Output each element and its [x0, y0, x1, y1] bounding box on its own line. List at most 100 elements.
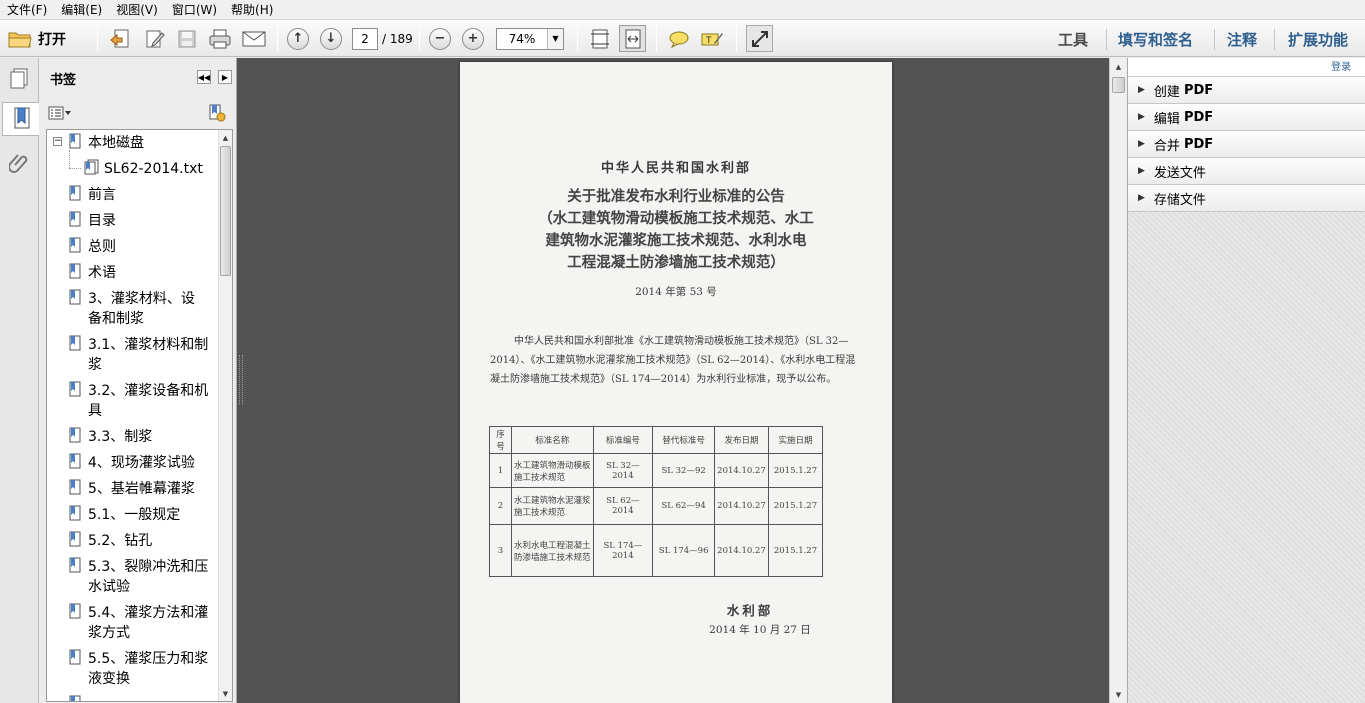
highlight-button[interactable]: T [699, 25, 725, 52]
pages-icon [10, 68, 28, 89]
zoom-select[interactable]: 74% ▼ [496, 27, 564, 50]
main-toolbar: 打开 ↑ ↓ 2 / 189 − + 74% ▼ T 工具 填写和签名 注释 扩… [0, 20, 1365, 57]
print-button[interactable] [206, 25, 234, 52]
store-file-item[interactable]: ▶ 存储文件 [1128, 185, 1365, 212]
fill-sign-link[interactable]: 填写和签名 [1118, 29, 1193, 50]
menu-view[interactable]: 视图(V) [109, 0, 165, 20]
task-label: 存储文件 [1153, 192, 1206, 208]
login-link[interactable]: 登录 [1331, 62, 1351, 73]
bookmark-label-line: 液变换 [88, 671, 130, 687]
combine-pdf-item[interactable]: ▶ 合并 PDF [1128, 131, 1365, 158]
bookmark-item[interactable]: 5、基岩帷幕灌浆 [88, 479, 195, 499]
bookmark-item[interactable]: 3.2、灌浆设备和机具 [88, 381, 208, 421]
table-cell: 2014.10.27 [714, 487, 769, 525]
send-file-item[interactable]: ▶ 发送文件 [1128, 158, 1365, 185]
open-button[interactable]: 打开 [8, 25, 66, 52]
next-page-button[interactable]: ↓ [320, 25, 342, 52]
bookmark-label-line: 备和制浆 [88, 311, 144, 327]
bookmark-item[interactable]: 3.3、制浆 [88, 427, 152, 447]
triangle-right-icon: ▶ [1138, 193, 1145, 203]
table-cell: 水工建筑物水泥灌浆施工技术规范 [510, 487, 594, 525]
doc-ministry: 中华人民共和国水利部 [600, 161, 751, 176]
scroll-down-icon[interactable]: ▼ [1112, 688, 1125, 701]
table-cell: 2015.1.27 [768, 453, 823, 488]
bookmark-item[interactable]: SL62-2014.txt [104, 159, 203, 179]
table-cell: 1 [489, 453, 512, 488]
page-number-input[interactable]: 2 [352, 27, 378, 50]
bookmarks-tab-button[interactable] [2, 102, 40, 136]
bookmark-star-icon [209, 104, 226, 122]
bookmarks-panel: 书签 ◀◀ ▶ − 本地磁盘 SL62-2014.txt 前言 目录 总则 术语… [39, 58, 237, 703]
bookmark-item[interactable]: 5.5、灌浆压力和浆 液变换 [88, 649, 208, 689]
scroll-up-icon[interactable]: ▲ [1112, 60, 1125, 73]
menu-help[interactable]: 帮助(H) [224, 0, 280, 20]
bookmark-options-button[interactable] [48, 106, 72, 123]
table-row: 3 水利水电工程混凝土防渗墙施工技术规范 SL 174—2014 SL 174—… [489, 524, 823, 577]
email-button[interactable] [240, 25, 268, 52]
bookmark-item[interactable]: 5.1、一般规定 [88, 505, 180, 525]
bookmark-icon [69, 211, 81, 227]
bookmark-item[interactable]: 5.3、裂隙冲洗和压 水试验 [88, 557, 208, 597]
bookmark-label-line: 5.3、裂隙冲洗和压 [88, 559, 209, 575]
panel-arrow-button[interactable]: ▶ [218, 70, 232, 84]
bookmark-item[interactable]: 本地磁盘 [88, 133, 144, 153]
task-label: 发送文件 [1153, 165, 1206, 181]
bookmark-item[interactable]: 总则 [88, 237, 116, 257]
new-bookmark-button[interactable] [208, 104, 226, 125]
prev-page-button[interactable]: ↑ [287, 25, 309, 52]
collapse-toggle[interactable]: − [53, 137, 62, 146]
comment-link[interactable]: 注释 [1227, 29, 1257, 50]
bookmark-item[interactable]: 5.2、钻孔 [88, 531, 152, 551]
arrow-up-icon: ↑ [287, 27, 309, 50]
comment-button[interactable] [666, 25, 692, 52]
task-label-suffix: PDF [1183, 109, 1214, 125]
bookmark-icon [69, 479, 81, 495]
page-thumbnails-button[interactable] [2, 62, 36, 96]
table-cell: SL 174—96 [652, 524, 716, 577]
bookmark-icon [69, 289, 81, 305]
panel-splitter[interactable] [239, 355, 243, 405]
menu-edit[interactable]: 编辑(E) [54, 0, 109, 20]
bookmark-item[interactable]: 术语 [88, 263, 116, 283]
scroll-thumb[interactable] [1112, 77, 1125, 93]
collapse-panel-button[interactable]: ◀◀ [197, 70, 211, 84]
scroll-thumb[interactable] [220, 146, 231, 276]
bookmark-item[interactable]: 5.4、灌浆方法和灌 浆方式 [88, 603, 208, 643]
extend-link[interactable]: 扩展功能 [1288, 29, 1348, 50]
create-button[interactable] [107, 25, 133, 52]
save-button[interactable] [174, 25, 200, 52]
table-cell: 水工建筑物滑动模板施工技术规范 [510, 453, 594, 488]
create-pdf-item[interactable]: ▶ 创建 PDF [1128, 77, 1365, 104]
edit-doc-button[interactable] [142, 25, 168, 52]
doc-date: 2014 年 10 月 27 日 [709, 624, 811, 636]
attachments-button[interactable] [2, 146, 36, 180]
table-cell: 2 [489, 487, 512, 525]
zoom-out-button[interactable]: − [429, 25, 451, 52]
bookmark-item[interactable]: 3.1、灌浆材料和制浆 [88, 335, 208, 375]
bookmark-item[interactable]: 4、现场灌浆试验 [88, 453, 195, 473]
fit-page-button[interactable] [587, 25, 613, 52]
zoom-in-button[interactable]: + [462, 25, 484, 52]
scroll-up-icon[interactable]: ▲ [219, 131, 232, 144]
tools-link[interactable]: 工具 [1058, 29, 1088, 50]
task-label-suffix: PDF [1183, 82, 1214, 98]
arrow-down-icon: ↓ [320, 27, 342, 50]
bookmark-icon [69, 649, 81, 665]
bookmark-item[interactable]: 前言 [88, 185, 116, 205]
expand-arrows-icon [751, 30, 768, 47]
expand-button[interactable] [746, 25, 773, 52]
fit-width-button[interactable] [619, 25, 646, 52]
bookmark-scrollbar[interactable]: ▲ ▼ [218, 130, 232, 701]
menu-file[interactable]: 文件(F) [0, 0, 54, 20]
scroll-down-icon[interactable]: ▼ [219, 687, 232, 700]
page-total: / 189 [382, 31, 413, 46]
bookmark-item[interactable]: 目录 [88, 211, 116, 231]
bookmark-icon [69, 531, 81, 547]
doc-signature: 水利部 [726, 603, 774, 618]
bookmark-item[interactable]: 3、灌浆材料、设 备和制浆 [88, 289, 195, 329]
bookmark-label-line: 水试验 [88, 579, 130, 595]
task-label: 合并 [1153, 138, 1180, 154]
edit-pdf-item[interactable]: ▶ 编辑 PDF [1128, 104, 1365, 131]
document-scrollbar[interactable]: ▲ ▼ [1109, 58, 1126, 703]
menu-window[interactable]: 窗口(W) [165, 0, 224, 20]
